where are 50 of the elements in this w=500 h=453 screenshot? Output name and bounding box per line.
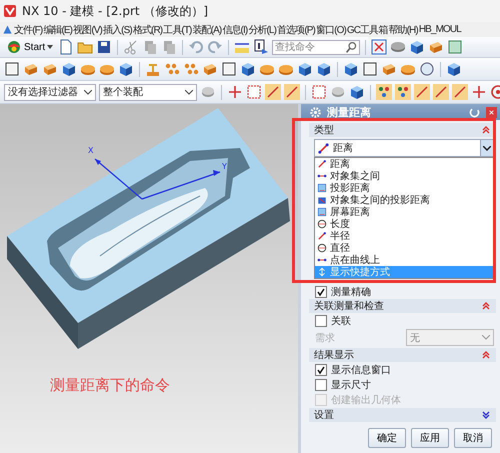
checkbox-label: 创建输出几何体 xyxy=(331,394,401,406)
section-header[interactable]: 关联测量和检查 xyxy=(309,299,496,313)
menu-item[interactable]: 首选项(P) xyxy=(277,22,316,36)
menu-item[interactable]: HB_MOUL xyxy=(418,24,462,35)
dropdown-option[interactable]: 半径 xyxy=(315,230,493,242)
field-label: 需求 xyxy=(315,332,335,344)
filter-dropdown[interactable]: 整个装配 xyxy=(99,84,197,100)
window-title: NX 10 - 建模 - [2.prt （修改的）] xyxy=(22,2,208,20)
menu-item[interactable]: 文件(F) xyxy=(14,22,44,36)
dialog-button[interactable]: 取消 xyxy=(454,428,492,448)
dropdown-option[interactable]: 对象集之间的投影距离 xyxy=(315,194,493,206)
dropdown-option[interactable]: 屏幕距离 xyxy=(315,206,493,218)
section-header[interactable]: 设置 xyxy=(309,408,496,422)
menu-item[interactable]: 窗口(O) xyxy=(316,22,347,36)
menu-item[interactable]: 信息(I) xyxy=(222,22,248,36)
menu-item[interactable]: 工具(T) xyxy=(163,22,192,36)
dialog-button[interactable]: 应用 xyxy=(411,428,449,448)
menu-item[interactable]: 插入(S) xyxy=(102,22,133,36)
dropdown-option[interactable]: 投影距离 xyxy=(315,182,493,194)
checkbox-label: 显示尺寸 xyxy=(331,378,371,392)
dialog-button[interactable]: 确定 xyxy=(368,428,406,448)
dropdown-option[interactable]: 直径 xyxy=(315,242,493,254)
section-title: 设置 xyxy=(314,408,334,422)
menu-item[interactable]: 装配(A) xyxy=(192,22,222,36)
checkbox-label: 关联 xyxy=(331,314,351,328)
annotation-text: 测量距离下的命令 xyxy=(50,376,170,395)
section-title: 结果显示 xyxy=(314,348,354,362)
checkbox-label: 显示信息窗口 xyxy=(331,364,391,376)
menu-item[interactable]: 格式(R) xyxy=(132,22,164,36)
menu-item[interactable]: GC工具箱 xyxy=(346,22,388,36)
menu-item[interactable]: 编辑(E) xyxy=(43,22,74,36)
section-header[interactable]: 结果显示 xyxy=(309,348,496,362)
axis-label: X xyxy=(88,146,94,155)
search-field[interactable]: 查找命令 xyxy=(272,40,360,54)
dropdown-option[interactable]: 点在曲线上 xyxy=(315,254,493,266)
checkbox-label: 测量精确 xyxy=(331,286,371,298)
menu-item[interactable]: 帮助(H) xyxy=(388,22,419,36)
menu-item[interactable]: 分析(L) xyxy=(248,22,278,36)
dropdown-option[interactable]: 长度 xyxy=(315,218,493,230)
filter-dropdown[interactable]: 没有选择过滤器 xyxy=(4,84,96,100)
dropdown-option[interactable]: 对象集之间 xyxy=(315,170,493,182)
section-title: 类型 xyxy=(314,124,334,137)
menu-item[interactable]: 视图(V) xyxy=(73,22,103,36)
type-dropdown[interactable]: 距离 xyxy=(314,139,494,157)
axis-label: Y xyxy=(222,162,227,171)
section-header[interactable]: 类型 xyxy=(309,123,496,137)
section-title: 关联测量和检查 xyxy=(314,300,384,313)
start-button[interactable]: Start xyxy=(4,38,56,56)
dropdown-option[interactable]: 距离 xyxy=(315,158,493,170)
dialog-title: 测量距离 xyxy=(327,104,372,120)
